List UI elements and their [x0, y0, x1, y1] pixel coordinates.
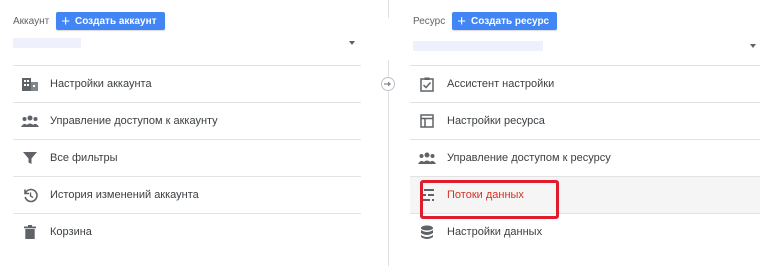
account-item-filters-label: Все фильтры [50, 152, 118, 164]
account-item-access-label: Управление доступом к аккаунту [50, 115, 218, 127]
chevron-down-icon [750, 44, 756, 48]
property-item-settings-label: Настройки ресурса [447, 115, 545, 127]
chevron-down-icon [349, 41, 355, 45]
plus-icon: + [457, 12, 467, 30]
history-icon [21, 186, 39, 204]
create-account-label: Создать аккаунт [74, 15, 157, 27]
account-menu: Настройки аккаунта Управление доступом к… [13, 65, 361, 250]
account-name-redacted [13, 38, 81, 48]
column-divider-top [388, 0, 389, 18]
arrow-right-icon[interactable] [381, 77, 395, 91]
filter-icon [21, 149, 39, 167]
account-item-history-label: История изменений аккаунта [50, 189, 199, 201]
account-item-history[interactable]: История изменений аккаунта [13, 176, 361, 213]
property-name-redacted [413, 41, 543, 51]
create-property-button[interactable]: + Создать ресурс [452, 12, 558, 30]
property-item-data-settings[interactable]: Настройки данных [410, 213, 760, 250]
account-label: Аккаунт [13, 15, 50, 27]
people-icon [21, 112, 39, 130]
account-item-access[interactable]: Управление доступом к аккаунту [13, 102, 361, 139]
property-header: Ресурс + Создать ресурс [413, 11, 558, 31]
building-icon [21, 75, 39, 93]
people-icon [418, 149, 436, 167]
account-item-filters[interactable]: Все фильтры [13, 139, 361, 176]
property-label: Ресурс [413, 15, 446, 27]
property-item-access[interactable]: Управление доступом к ресурсу [410, 139, 760, 176]
account-item-trash[interactable]: Корзина [13, 213, 361, 250]
property-menu: Ассистент настройки Настройки ресурса Уп… [410, 65, 760, 250]
database-icon [418, 223, 436, 241]
property-item-data-settings-label: Настройки данных [447, 226, 543, 238]
window-icon [418, 112, 436, 130]
account-item-trash-label: Корзина [50, 226, 92, 238]
property-column: Ресурс + Создать ресурс Ассистент настро… [398, 0, 768, 266]
account-item-settings-label: Настройки аккаунта [50, 78, 152, 90]
streams-icon [418, 186, 436, 204]
property-item-data-streams-label: Потоки данных [447, 189, 524, 201]
plus-icon: + [61, 12, 70, 30]
property-item-access-label: Управление доступом к ресурсу [447, 152, 611, 164]
trash-icon [21, 223, 39, 241]
account-selector[interactable] [13, 35, 361, 53]
property-item-data-streams[interactable]: Потоки данных [410, 176, 760, 213]
property-item-settings[interactable]: Настройки ресурса [410, 102, 760, 139]
account-column: Аккаунт + Создать аккаунт Настройки акка… [0, 0, 375, 266]
account-header: Аккаунт + Создать аккаунт [13, 11, 165, 31]
checkbox-icon [418, 75, 436, 93]
create-account-button[interactable]: + Создать аккаунт [56, 12, 165, 30]
property-selector[interactable] [413, 38, 763, 56]
property-item-setup-assistant-label: Ассистент настройки [447, 78, 555, 90]
property-item-setup-assistant[interactable]: Ассистент настройки [410, 65, 760, 102]
create-property-label: Создать ресурс [471, 15, 550, 27]
account-item-settings[interactable]: Настройки аккаунта [13, 65, 361, 102]
